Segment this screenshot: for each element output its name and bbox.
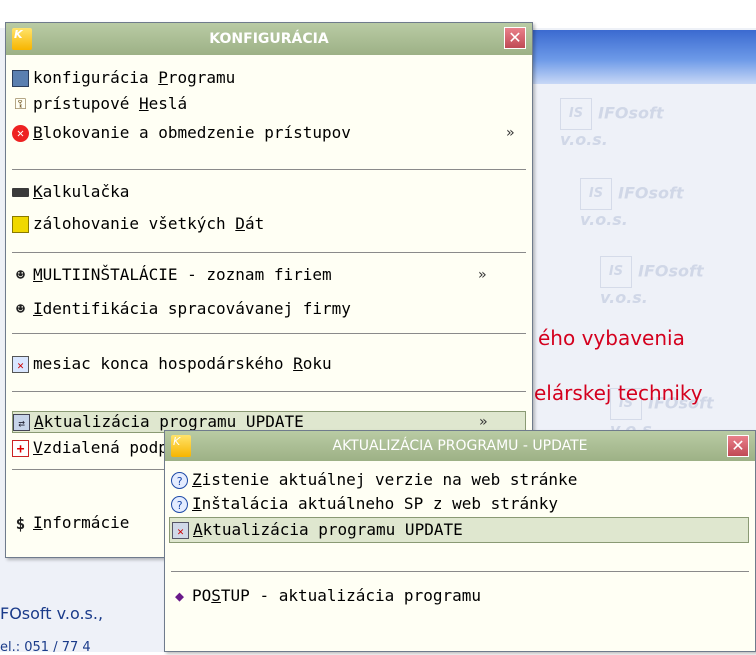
update-submenu: K AKTUALIZÁCIA PROGRAMU - UPDATE ✕ ? Zis… <box>164 430 756 652</box>
menu-item-company-identification[interactable]: ☻ Identifikácia spracovávanej firmy <box>6 296 532 322</box>
close-button[interactable]: ✕ <box>727 435 749 457</box>
menu-item-update-program[interactable]: ✕ Aktualizácia programu UPDATE <box>169 517 749 543</box>
close-button[interactable]: ✕ <box>504 27 526 49</box>
menu-item-update-procedure[interactable]: ◆ POSTUP - aktualizácia programu <box>165 583 755 609</box>
menu-item-install-service-pack[interactable]: ? Inštalácia aktuálneho SP z web stránky <box>165 491 755 517</box>
calculator-icon <box>12 188 29 197</box>
background-text-line-2: elárskej techniky <box>534 381 703 405</box>
submenu-arrow-icon: » <box>479 414 488 430</box>
question-icon: ? <box>171 472 188 489</box>
background-footer: FOsoft v.o.s., el.: 051 / 77 4 <box>0 556 190 655</box>
menu-separator <box>12 333 526 334</box>
background-phone: el.: 051 / 77 4 <box>0 640 91 655</box>
update-icon: ⇄ <box>13 414 30 431</box>
menu-item-check-current-version[interactable]: ? Zistenie aktuálnej verzie na web strán… <box>165 467 755 493</box>
background-watermark-logo: ISIFOsoft v.o.s. <box>580 178 720 229</box>
menu-separator <box>12 169 526 170</box>
update-submenu-title: AKTUALIZÁCIA PROGRAMU - UPDATE <box>332 438 588 454</box>
update-program-icon: ✕ <box>172 522 189 539</box>
menu-separator <box>171 571 749 572</box>
menu-item-calculator[interactable]: Kalkulačka <box>6 179 532 205</box>
menu-item-access-blocking[interactable]: ✕ Blokovanie a obmedzenie prístupov » <box>6 120 532 146</box>
menu-separator <box>12 252 526 253</box>
identity-icon: ☻ <box>15 300 26 318</box>
background-watermark-logo: ISIFOsoft v.o.s. <box>600 256 740 307</box>
submenu-arrow-icon: » <box>506 125 515 141</box>
background-text-line-1: ého vybavenia <box>538 326 685 350</box>
menu-item-fiscal-year-end[interactable]: ✕ mesiac konca hospodárského Roku <box>6 351 532 377</box>
remote-support-icon: + <box>12 440 29 457</box>
app-logo-icon: K <box>171 435 191 457</box>
month-icon: ✕ <box>12 356 29 373</box>
menu-item-program-config[interactable]: konfigurácia Programu <box>6 65 532 91</box>
configuration-menu-title: KONFIGURÁCIA <box>209 31 329 47</box>
menu-separator <box>12 391 526 392</box>
background-header-bar <box>530 30 756 84</box>
update-submenu-titlebar: K AKTUALIZÁCIA PROGRAMU - UPDATE ✕ <box>165 431 755 461</box>
background-company-name: FOsoft v.o.s., <box>0 604 104 623</box>
menu-item-backup-data[interactable]: zálohovanie všetkých Dát <box>6 211 532 237</box>
submenu-arrow-icon: » <box>478 267 487 283</box>
multi-install-icon: ☻ <box>15 266 26 284</box>
block-icon: ✕ <box>12 125 29 142</box>
menu-item-access-passwords[interactable]: ⚿ prístupové Heslá <box>6 91 532 117</box>
key-icon: ⚿ <box>14 95 27 113</box>
config-icon <box>12 70 29 87</box>
background-watermark-logo: ISIFOsoft v.o.s. <box>560 98 700 149</box>
info-icon: $ <box>15 514 26 533</box>
backup-icon <box>12 216 29 233</box>
configuration-menu-titlebar: K KONFIGURÁCIA ✕ <box>6 23 532 55</box>
question-icon: ? <box>171 496 188 513</box>
menu-item-multi-install[interactable]: ☻ MULTIINŠTALÁCIE - zoznam firiem » <box>6 262 532 288</box>
app-logo-icon: K <box>12 28 32 50</box>
procedure-icon: ◆ <box>174 587 185 605</box>
